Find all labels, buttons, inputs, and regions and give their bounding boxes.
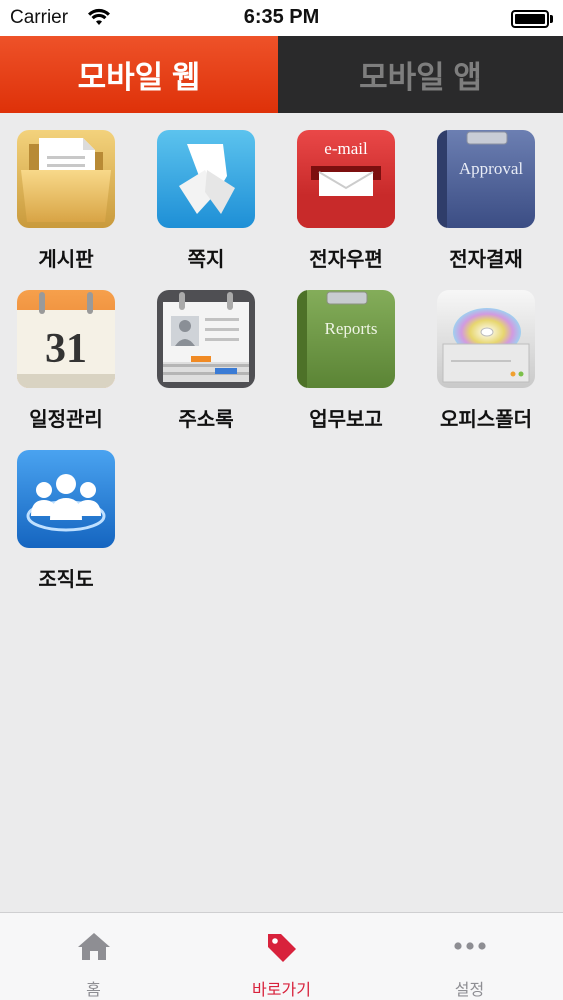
app-label: 전자결재	[449, 249, 523, 271]
app-bulletin-board[interactable]: 게시판	[6, 113, 126, 273]
app-memo[interactable]: 쪽지	[146, 113, 266, 273]
reports-icon-text: Reports	[325, 319, 378, 338]
app-office-folder[interactable]: 오피스폴더	[426, 273, 546, 433]
more-icon	[376, 931, 563, 965]
status-time: 6:35 PM	[243, 6, 320, 28]
battery-icon	[511, 10, 553, 28]
calendar-icon-text: 31	[45, 326, 87, 372]
app-label: 업무보고	[309, 409, 383, 431]
tab-settings-label: 설정	[454, 982, 485, 999]
reports-icon: Reports	[297, 290, 395, 388]
disc-drive-icon	[437, 290, 535, 388]
app-email[interactable]: e-mail 전자우편	[286, 113, 406, 273]
app-label: 조직도	[38, 569, 94, 591]
approval-icon-text: Approval	[459, 159, 523, 178]
app-label: 게시판	[38, 249, 94, 271]
app-label: 일정관리	[29, 409, 103, 431]
status-bar: Carrier 6:35 PM	[0, 0, 563, 36]
organization-icon	[17, 450, 115, 548]
note-icon	[157, 130, 255, 228]
app-work-report[interactable]: Reports 업무보고	[286, 273, 406, 433]
bottom-tab-bar: 홈 바로가기 설정	[0, 912, 563, 1000]
tab-mobile-app[interactable]: 모바일 앱	[278, 36, 563, 113]
app-org-chart[interactable]: 조직도	[6, 433, 126, 593]
top-tab-bar: 모바일 웹 모바일 앱	[0, 36, 563, 113]
tab-shortcuts[interactable]: 바로가기	[188, 913, 375, 1000]
app-label: 오피스폴더	[440, 409, 532, 431]
app-approval[interactable]: Approval 전자결재	[426, 113, 546, 273]
tab-mobile-web[interactable]: 모바일 웹	[0, 36, 278, 113]
app-label: 쪽지	[187, 249, 225, 271]
app-schedule[interactable]: 31 일정관리	[6, 273, 126, 433]
address-book-icon	[157, 290, 255, 388]
tab-home[interactable]: 홈	[0, 913, 187, 1000]
email-icon-text: e-mail	[324, 139, 368, 158]
tab-home-label: 홈	[86, 982, 101, 999]
app-address-book[interactable]: 주소록	[146, 273, 266, 433]
tab-shortcuts-label: 바로가기	[252, 982, 311, 999]
email-icon: e-mail	[297, 130, 395, 228]
calendar-icon: 31	[17, 290, 115, 388]
folder-icon	[17, 130, 115, 228]
tab-settings[interactable]: 설정	[376, 913, 563, 1000]
tag-icon	[188, 931, 375, 965]
app-label: 전자우편	[309, 249, 383, 271]
home-icon	[0, 931, 187, 965]
app-label: 주소록	[178, 409, 234, 431]
approval-icon: Approval	[437, 130, 535, 228]
